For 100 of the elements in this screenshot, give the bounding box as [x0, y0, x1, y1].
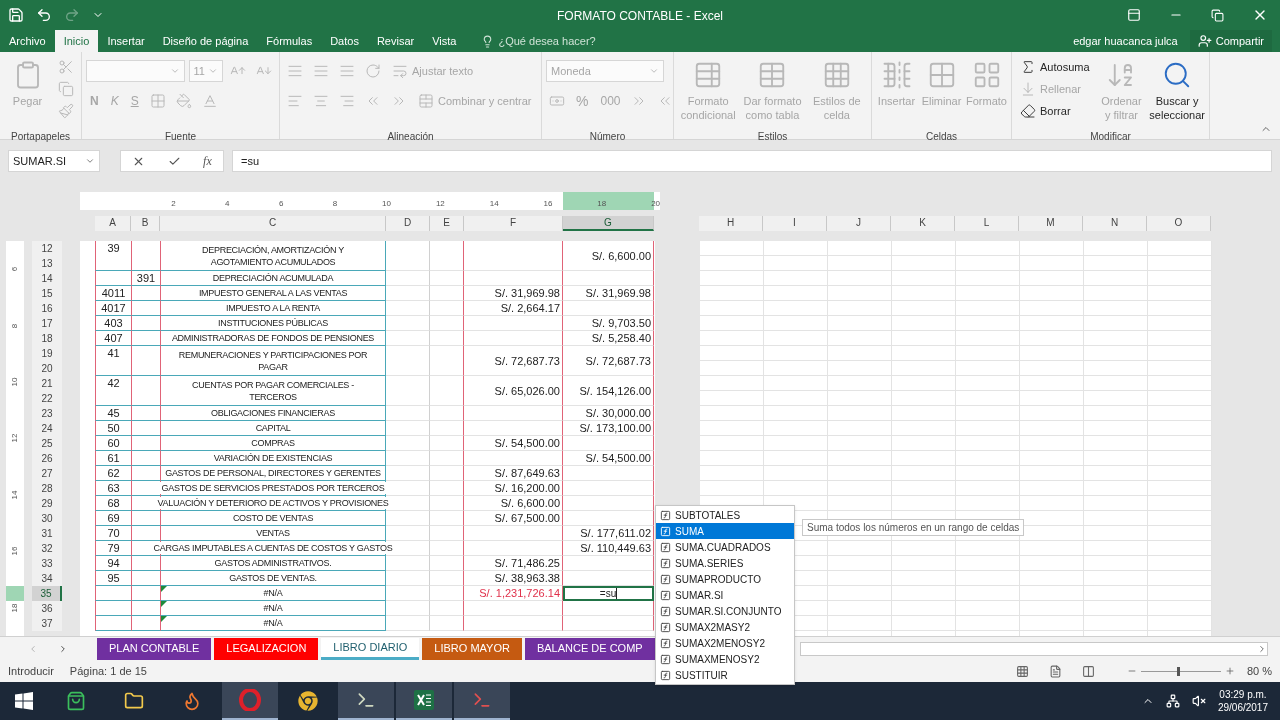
sheet-tab[interactable]: LIBRO MAYOR [422, 637, 522, 660]
tell-me-field[interactable]: ¿Qué desea hacer? [498, 32, 596, 50]
row-header[interactable]: 12 [32, 241, 62, 256]
menu-tab[interactable]: Diseño de página [153, 30, 258, 52]
row-header[interactable]: 34 [32, 571, 62, 586]
save-icon[interactable] [8, 7, 24, 23]
row-header[interactable]: 14 [32, 271, 62, 286]
row-header[interactable]: 23 [32, 406, 62, 421]
column-header[interactable]: N [1083, 216, 1147, 231]
row-header[interactable]: 25 [32, 436, 62, 451]
taskbar-app[interactable] [454, 682, 510, 720]
row-header[interactable]: 22 [32, 391, 62, 406]
page-layout-icon[interactable] [1048, 664, 1062, 678]
autocomplete-item[interactable]: SUMA.CUADRADOS [656, 539, 794, 555]
zoom-thumb[interactable] [1176, 666, 1180, 676]
row-header[interactable]: 35 [32, 586, 62, 601]
autocomplete-item[interactable]: SUBTOTALES [656, 507, 794, 523]
redo-icon[interactable] [64, 7, 80, 23]
autocomplete-item[interactable]: SUMAPRODUCTO [656, 571, 794, 587]
autocomplete-item[interactable]: SUMA [656, 523, 794, 539]
row-header[interactable]: 21 [32, 376, 62, 391]
menu-tab[interactable]: Fórmulas [257, 30, 322, 52]
taskbar-app[interactable] [222, 682, 278, 720]
column-header[interactable]: C [160, 216, 386, 231]
ribbon-button[interactable]: Borrar [1016, 100, 1094, 122]
column-header[interactable]: H [699, 216, 763, 231]
row-header[interactable]: 27 [32, 466, 62, 481]
share-button[interactable]: Compartir [1189, 30, 1272, 52]
menu-tab[interactable]: Archivo [0, 30, 55, 52]
page-break-icon[interactable] [1081, 664, 1095, 678]
volume-muted-icon[interactable] [1191, 694, 1206, 708]
column-header[interactable]: F [464, 216, 563, 231]
align-top-icon [287, 63, 303, 79]
row-header[interactable]: 37 [32, 616, 62, 631]
taskbar-app[interactable] [338, 682, 394, 720]
cell-text: IMPUESTO GENERAL A LAS VENTAS [196, 287, 350, 299]
column-header[interactable]: G [563, 216, 654, 231]
row-header[interactable]: 26 [32, 451, 62, 466]
normal-view-icon[interactable] [1015, 664, 1029, 678]
undo-icon[interactable] [36, 7, 52, 23]
row-header[interactable]: 17 [32, 316, 62, 331]
row-header[interactable]: 28 [32, 481, 62, 496]
autocomplete-item[interactable]: SUMAR.SI.CONJUNTO [656, 603, 794, 619]
row-header[interactable]: 33 [32, 556, 62, 571]
row-header[interactable]: 20 [32, 361, 62, 376]
sheet-tab[interactable]: LEGALIZACION [214, 637, 319, 660]
menu-tab[interactable]: Revisar [367, 30, 424, 52]
insert-function-button[interactable]: fx [203, 152, 212, 170]
menu-tab[interactable]: Insertar [98, 30, 154, 52]
zoom-level[interactable]: 80 % [1246, 662, 1272, 680]
ribbon-display-icon[interactable] [1127, 8, 1141, 22]
scroll-right-icon[interactable] [58, 643, 68, 654]
row-header[interactable]: 13 [32, 256, 62, 271]
clock-time[interactable]: 03:29 p.m. [1219, 688, 1267, 701]
menu-tab[interactable]: Datos [321, 30, 368, 52]
sheet-tab[interactable]: LIBRO DIARIO [321, 637, 420, 660]
column-header[interactable]: B [131, 216, 160, 231]
scroll-right-icon[interactable] [1257, 643, 1267, 654]
autocomplete-item[interactable]: SUMAXMENOSY2 [656, 651, 794, 667]
row-header[interactable]: 36 [32, 601, 62, 616]
column-header[interactable]: O [1147, 216, 1211, 231]
row-header[interactable]: 15 [32, 286, 62, 301]
row-header[interactable]: 16 [32, 301, 62, 316]
row-header[interactable]: 24 [32, 421, 62, 436]
taskbar-app[interactable] [396, 682, 452, 720]
scroll-left-icon[interactable] [28, 643, 38, 654]
autocomplete-item[interactable]: SUMAX2MASY2 [656, 619, 794, 635]
column-header[interactable]: M [1019, 216, 1083, 231]
restore-icon[interactable] [1211, 8, 1224, 22]
name-box[interactable]: SUMAR.SI [8, 150, 100, 172]
horizontal-scrollbar[interactable] [800, 641, 1268, 656]
row-header[interactable]: 32 [32, 541, 62, 556]
column-header[interactable]: A [95, 216, 131, 231]
clock-date[interactable]: 29/06/2017 [1217, 701, 1268, 714]
column-header[interactable]: D [386, 216, 430, 231]
autocomplete-item[interactable]: SUSTITUIR [656, 667, 794, 683]
formula-input[interactable]: =su [232, 150, 1272, 172]
cell-input[interactable]: =su [563, 586, 654, 601]
column-header[interactable]: I [763, 216, 827, 231]
column-header[interactable]: L [955, 216, 1019, 231]
ribbon-button[interactable]: Buscar y seleccionar [1149, 56, 1205, 122]
row-header[interactable]: 29 [32, 496, 62, 511]
row-header[interactable]: 30 [32, 511, 62, 526]
autocomplete-item[interactable]: SUMA.SERIES [656, 555, 794, 571]
sheet-tab[interactable]: PLAN CONTABLE [97, 637, 212, 660]
zoom-in-icon[interactable] [1224, 666, 1235, 676]
autocomplete-item[interactable]: SUMAR.SI [656, 587, 794, 603]
row-header[interactable]: 18 [32, 331, 62, 346]
row-header[interactable]: 19 [32, 346, 62, 361]
row-header[interactable]: 31 [32, 526, 62, 541]
network-icon[interactable] [1165, 694, 1180, 708]
column-header[interactable]: K [891, 216, 955, 231]
autocomplete-item[interactable]: SUMAX2MENOSY2 [656, 635, 794, 651]
sheet-tab[interactable]: BALANCE DE COMP [524, 637, 655, 660]
column-header[interactable]: E [430, 216, 464, 231]
table-cell: 407 [95, 331, 131, 346]
column-header[interactable]: J [827, 216, 891, 231]
menu-tab[interactable]: Vista [423, 30, 466, 52]
menu-tab[interactable]: Inicio [54, 30, 99, 52]
ribbon-button[interactable]: Autosuma [1016, 56, 1094, 78]
